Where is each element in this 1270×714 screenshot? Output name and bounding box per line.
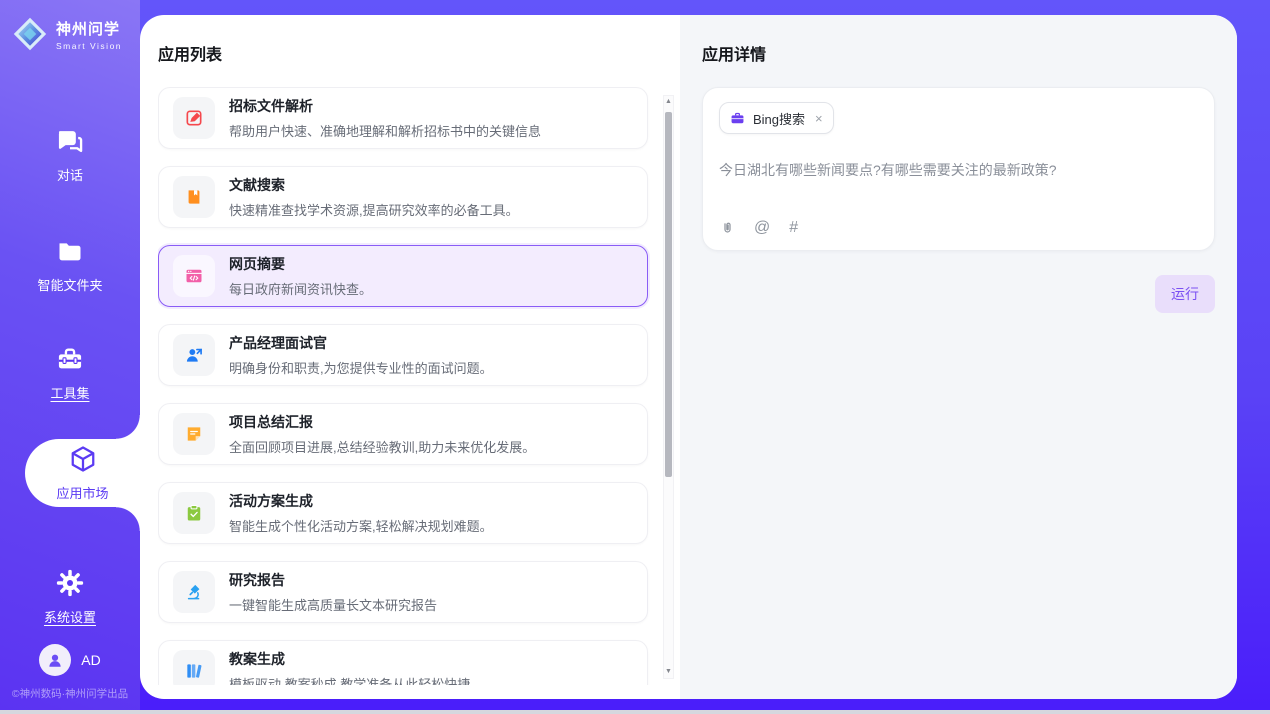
user-row: AD: [0, 644, 140, 676]
chat-icon: [55, 126, 85, 156]
brand-diamond-icon: [12, 16, 48, 57]
app-card-list: 招标文件解析帮助用户快速、准确地理解和解析招标书中的关键信息文献搜索快速精准查找…: [158, 87, 656, 685]
app-card-title: 项目总结汇报: [229, 412, 535, 432]
app-card-description: 模板驱动,教案秒成,教学准备从此轻松快捷: [229, 674, 470, 685]
app-card[interactable]: 招标文件解析帮助用户快速、准确地理解和解析招标书中的关键信息: [158, 87, 648, 149]
app-card[interactable]: 项目总结汇报全面回顾项目进展,总结经验教训,助力未来优化发展。: [158, 403, 648, 465]
app-card-title: 文献搜索: [229, 175, 519, 195]
sidebar-nav: 对话智能文件夹工具集应用市场系统设置: [0, 87, 140, 631]
main-container: 应用列表 招标文件解析帮助用户快速、准确地理解和解析招标书中的关键信息文献搜索快…: [140, 15, 1237, 699]
mention-icon[interactable]: @: [754, 219, 770, 237]
prompt-text[interactable]: 今日湖北有哪些新闻要点?有哪些需要关注的最新政策?: [719, 160, 1198, 181]
app-card-title: 招标文件解析: [229, 96, 541, 116]
scroll-down-arrow[interactable]: ▼: [665, 666, 672, 678]
tag-close-icon[interactable]: ×: [815, 111, 823, 126]
scroll-up-arrow[interactable]: ▲: [665, 96, 672, 108]
bottom-edge-strip: [0, 710, 1270, 714]
cube-icon: [68, 444, 98, 474]
sidebar-item-label: 智能文件夹: [37, 275, 102, 294]
person-icon: [46, 651, 64, 669]
app-card-description: 智能生成个性化活动方案,轻松解决规划难题。: [229, 516, 493, 535]
research-icon: [173, 571, 215, 613]
copyright-footer: ©神州数码·神州问学出品: [0, 686, 140, 701]
folder-icon: [55, 236, 85, 266]
app-card-description: 快速精准查找学术资源,提高研究效率的必备工具。: [229, 200, 519, 219]
app-card-title: 活动方案生成: [229, 491, 493, 511]
user-initials: AD: [81, 652, 100, 668]
sidebar-item-label: 应用市场: [56, 483, 108, 502]
app-card[interactable]: 文献搜索快速精准查找学术资源,提高研究效率的必备工具。: [158, 166, 648, 228]
book-icon: [173, 176, 215, 218]
app-card[interactable]: 活动方案生成智能生成个性化活动方案,轻松解决规划难题。: [158, 482, 648, 544]
sidebar-item-app-market[interactable]: 应用市场: [25, 439, 140, 507]
app-card-title: 网页摘要: [229, 254, 372, 274]
app-card-description: 帮助用户快速、准确地理解和解析招标书中的关键信息: [229, 121, 541, 140]
app-card-title: 教案生成: [229, 649, 470, 669]
note-icon: [173, 413, 215, 455]
books-icon: [173, 650, 215, 685]
app-list-title: 应用列表: [158, 41, 656, 65]
attachment-icon[interactable]: [720, 220, 735, 237]
hash-icon[interactable]: #: [789, 219, 799, 237]
user-avatar[interactable]: [39, 644, 71, 676]
toolbox-icon: [55, 344, 85, 374]
app-card-description: 明确身份和职责,为您提供专业性的面试问题。: [229, 358, 493, 377]
scrollbar-thumb[interactable]: [665, 112, 672, 477]
app-list-panel: 应用列表 招标文件解析帮助用户快速、准确地理解和解析招标书中的关键信息文献搜索快…: [140, 15, 680, 699]
app-card[interactable]: 产品经理面试官明确身份和职责,为您提供专业性的面试问题。: [158, 324, 648, 386]
gear-icon: [55, 568, 85, 598]
sidebar: 神州问学 Smart Vision 对话智能文件夹工具集应用市场系统设置 AD …: [0, 0, 140, 710]
briefcase-icon: [730, 111, 745, 126]
scrollbar-track[interactable]: [664, 108, 673, 666]
brand-logo: 神州问学 Smart Vision: [0, 0, 140, 57]
list-scrollbar[interactable]: ▲ ▼: [663, 95, 674, 679]
app-card-description: 一键智能生成高质量长文本研究报告: [229, 595, 437, 614]
app-card-description: 每日政府新闻资讯快查。: [229, 279, 372, 298]
run-button[interactable]: 运行: [1155, 275, 1215, 313]
sidebar-item-settings[interactable]: 系统设置: [0, 563, 140, 631]
interviewer-icon: [173, 334, 215, 376]
document-edit-icon: [173, 97, 215, 139]
app-card-title: 产品经理面试官: [229, 333, 493, 353]
app-card-description: 全面回顾项目进展,总结经验教训,助力未来优化发展。: [229, 437, 535, 456]
browser-code-icon: [173, 255, 215, 297]
app-card[interactable]: 研究报告一键智能生成高质量长文本研究报告: [158, 561, 648, 623]
brand-subtitle: Smart Vision: [56, 42, 122, 51]
sidebar-item-label: 系统设置: [44, 607, 96, 626]
sidebar-item-label: 对话: [57, 165, 83, 184]
clipboard-check-icon: [173, 492, 215, 534]
input-toolbar: @ #: [720, 219, 799, 237]
tool-tag-label: Bing搜索: [753, 109, 805, 128]
app-card-title: 研究报告: [229, 570, 437, 590]
sidebar-item-chat[interactable]: 对话: [0, 121, 140, 189]
brand-name: 神州问学: [56, 22, 122, 39]
sidebar-item-smart-folder[interactable]: 智能文件夹: [0, 231, 140, 299]
app-card[interactable]: 网页摘要每日政府新闻资讯快查。: [158, 245, 648, 307]
tool-tag[interactable]: Bing搜索 ×: [719, 102, 834, 134]
app-detail-panel: 应用详情 Bing搜索 × 今日湖北有哪些新闻要点?有哪些需要关注的最新政策?: [680, 15, 1237, 699]
app-card[interactable]: 教案生成模板驱动,教案秒成,教学准备从此轻松快捷: [158, 640, 648, 685]
sidebar-item-toolset[interactable]: 工具集: [0, 339, 140, 407]
sidebar-item-label: 工具集: [50, 383, 89, 402]
prompt-card[interactable]: Bing搜索 × 今日湖北有哪些新闻要点?有哪些需要关注的最新政策? @ #: [702, 87, 1215, 251]
app-detail-title: 应用详情: [702, 41, 1215, 65]
